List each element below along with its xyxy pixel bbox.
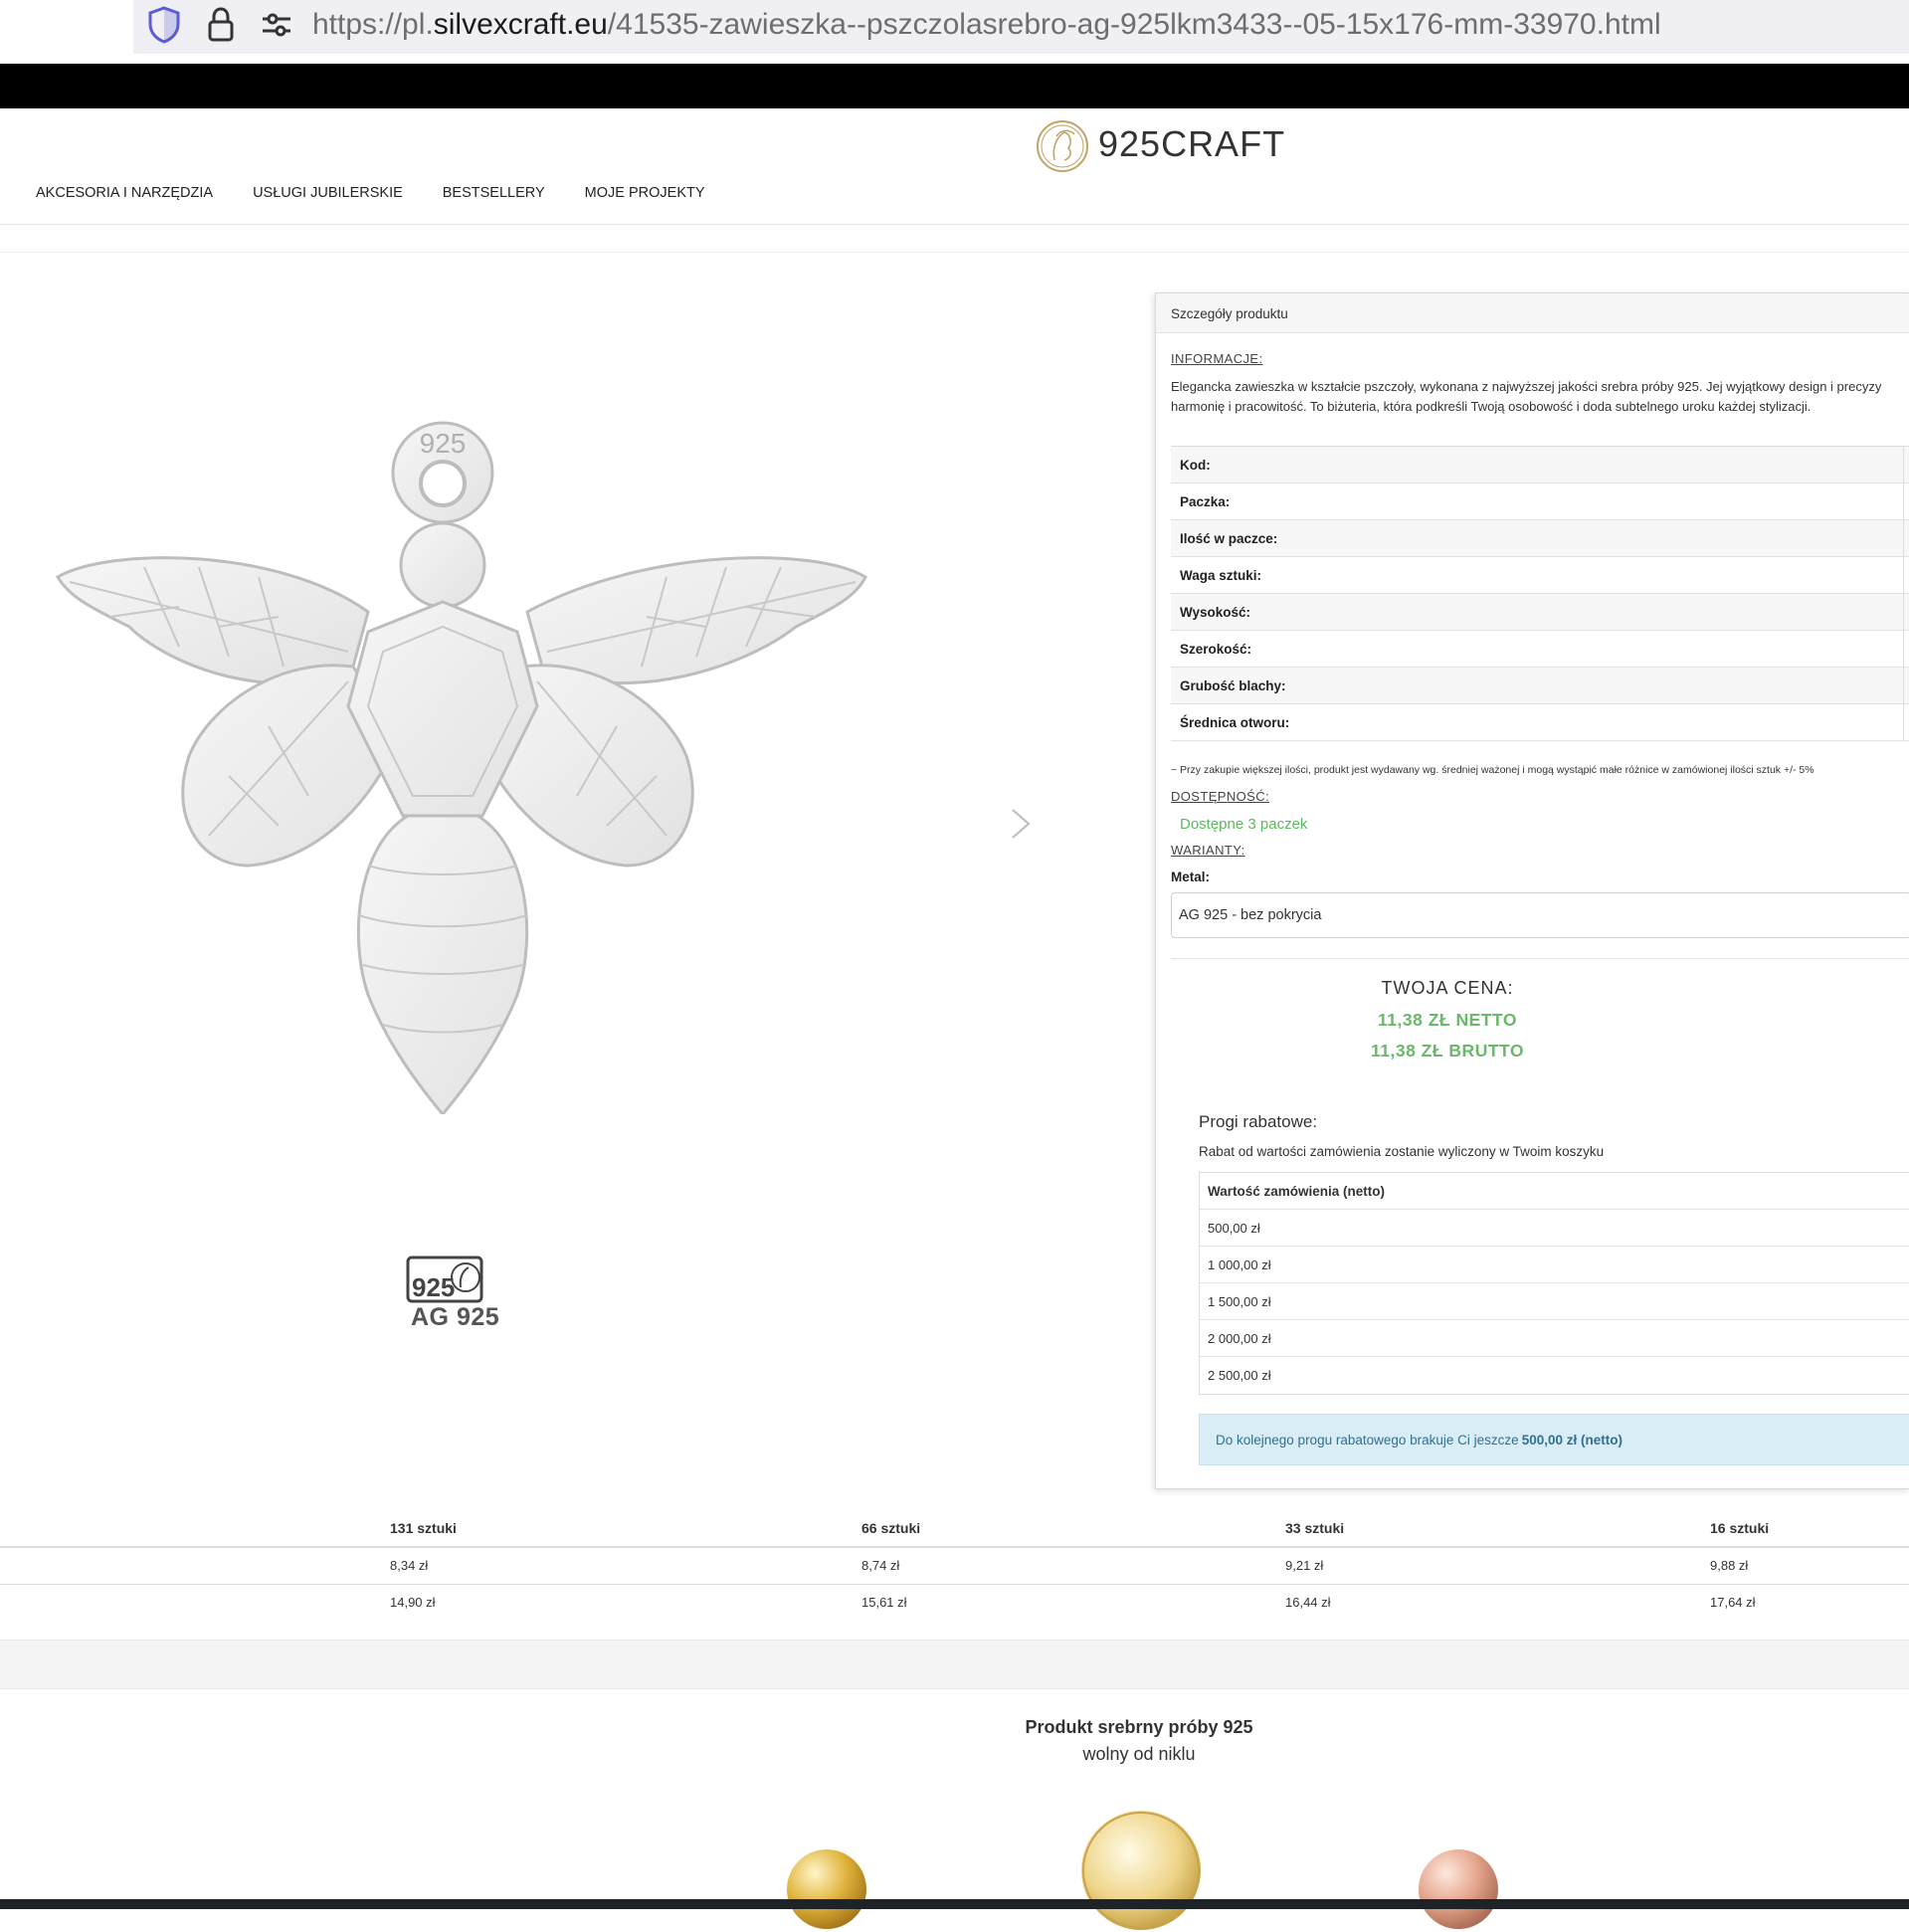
qty-header: 16 sztuki <box>1710 1520 1770 1536</box>
silver-section-title: Produkt srebrny próby 925 <box>1025 1717 1253 1737</box>
panel-title: Szczegóły produktu <box>1171 306 1288 321</box>
footer-bar <box>0 1899 1909 1909</box>
hallmark-label: AG 925 <box>411 1303 500 1331</box>
spec-row-kod: Kod: <box>1171 447 1909 483</box>
spec-row-waga: Waga sztuki: <box>1171 557 1909 594</box>
metal-select-value: AG 925 - bez pokrycia <box>1179 907 1322 923</box>
discount-promo-alert: Do kolejnego progu rabatowego brakuje Ci… <box>1199 1414 1909 1465</box>
qty-price: 9,21 zł <box>1285 1558 1324 1573</box>
discount-row: 1 500,00 zł <box>1200 1283 1909 1320</box>
product-image-bee-pendant[interactable]: 925 <box>50 418 875 1114</box>
spec-label: Grubość blachy: <box>1180 677 1286 693</box>
spec-row-srednica: Średnica otworu: <box>1171 704 1909 741</box>
url-domain: silvexcraft.eu <box>433 8 608 41</box>
discount-table: Wartość zamówienia (netto) 500,00 zł 1 0… <box>1199 1172 1909 1395</box>
qty-price: 15,61 zł <box>861 1595 907 1610</box>
spec-label: Waga sztuki: <box>1180 567 1262 583</box>
qty-price: 14,90 zł <box>390 1595 436 1610</box>
availability-status: Dostępne 3 paczek <box>1180 816 1308 833</box>
metal-label: Metal: <box>1171 869 1211 884</box>
table-row: 8,34 zł 8,74 zł 9,21 zł 9,88 zł <box>0 1548 1909 1585</box>
spec-row-wysokosc: Wysokość: <box>1171 594 1909 631</box>
discount-subtitle: Rabat od wartości zamówienia zostanie wy… <box>1199 1144 1605 1159</box>
spec-label: Ilość w paczce: <box>1180 530 1278 546</box>
url-path: /41535-zawieszka--pszczolasrebro-ag-925l… <box>607 8 1661 41</box>
nav-item-bestsellery[interactable]: BESTSELLERY <box>443 185 545 211</box>
shield-icon[interactable] <box>146 5 182 45</box>
discount-table-header: Wartość zamówienia (netto) <box>1200 1173 1909 1210</box>
description-line-1: Elegancka zawieszka w kształcie pszczoły… <box>1171 379 1882 394</box>
spec-label: Kod: <box>1180 457 1211 473</box>
price-net: 11,38 ZŁ NETTO <box>1378 1010 1517 1030</box>
url-text[interactable]: https://pl.silvexcraft.eu/41535-zawieszk… <box>312 6 1661 44</box>
promo-amount: 500,00 zł (netto) <box>1521 1432 1623 1448</box>
spec-label: Wysokość: <box>1180 604 1251 620</box>
price-label: TWOJA CENA: <box>1381 978 1514 998</box>
lock-icon[interactable] <box>204 6 238 44</box>
availability-label: DOSTĘPNOŚĆ: <box>1171 789 1270 804</box>
price-gross: 11,38 ZŁ BRUTTO <box>1370 1041 1525 1061</box>
description-line-2: harmonię i pracowitość. To biżuteria, kt… <box>1171 399 1812 414</box>
rose-gold-ball-icon <box>1419 1849 1498 1929</box>
nav-item-moje-projekty[interactable]: MOJE PROJEKTY <box>585 185 705 211</box>
spec-table: Kod: Paczka: Ilość w paczce: Waga sztuki… <box>1171 446 1909 741</box>
page-settings-icon[interactable] <box>261 10 292 40</box>
section-separator <box>0 1640 1909 1689</box>
qty-header: 131 sztuki <box>390 1520 457 1536</box>
spec-label: Paczka: <box>1180 493 1231 509</box>
logo-text[interactable]: 925CRAFT <box>1098 123 1285 165</box>
qty-header: 33 sztuki <box>1285 1520 1345 1536</box>
info-label: INFORMACJE: <box>1171 351 1263 366</box>
qty-price: 8,74 zł <box>861 1558 900 1573</box>
nav-item-akcesoria[interactable]: AKCESORIA I NARZĘDZIA <box>36 185 213 211</box>
spec-row-paczka: Paczka: <box>1171 483 1909 520</box>
nav-item-uslugi[interactable]: USŁUGI JUBILERSKIE <box>253 185 403 211</box>
qty-price: 9,88 zł <box>1710 1558 1749 1573</box>
qty-price: 16,44 zł <box>1285 1595 1331 1610</box>
price-divider <box>1171 958 1909 959</box>
qty-header: 66 sztuki <box>861 1520 921 1536</box>
main-nav: AKCESORIA I NARZĘDZIA USŁUGI JUBILERSKIE… <box>36 185 705 211</box>
discount-row: 2 500,00 zł <box>1208 1368 1271 1383</box>
quantity-note: ~ Przy zakupie większej ilości, produkt … <box>1171 764 1814 776</box>
gold-ball-icon <box>787 1849 866 1929</box>
yellow-gold-ball-icon <box>1081 1811 1201 1930</box>
discount-row: 500,00 zł <box>1200 1210 1909 1247</box>
variants-label: WARIANTY: <box>1171 843 1245 858</box>
qty-price: 17,64 zł <box>1710 1595 1756 1610</box>
promo-text: Do kolejnego progu rabatowego brakuje Ci… <box>1216 1432 1519 1448</box>
spec-row-ilosc: Ilość w paczce: <box>1171 520 1909 557</box>
chevron-right-icon[interactable] <box>1005 804 1037 844</box>
qty-price: 8,34 zł <box>390 1558 429 1573</box>
url-prefix: https://pl. <box>312 8 434 41</box>
metal-select[interactable]: AG 925 - bez pokrycia <box>1171 892 1909 938</box>
quantity-table-header: 131 sztuki 66 sztuki 33 sztuki 16 sztuki <box>0 1504 1909 1548</box>
nav-divider <box>0 224 1909 225</box>
hallmark-mark: 925 <box>412 1272 455 1302</box>
breadcrumb-divider <box>0 252 1909 253</box>
silver-section-subtitle: wolny od niklu <box>1082 1744 1196 1764</box>
table-row: 14,90 zł 15,61 zł 16,44 zł 17,64 zł <box>0 1585 1909 1622</box>
product-description: Elegancka zawieszka w kształcie pszczoły… <box>1171 377 1909 417</box>
spec-label: Średnica otworu: <box>1180 714 1290 730</box>
pendant-stamp: 925 <box>420 428 467 459</box>
spec-row-szerokosc: Szerokość: <box>1171 631 1909 668</box>
discount-row: 1 000,00 zł <box>1200 1247 1909 1283</box>
spec-row-grubosc: Grubość blachy: <box>1171 668 1909 704</box>
spec-label: Szerokość: <box>1180 641 1252 657</box>
top-black-bar <box>0 64 1909 108</box>
discount-title: Progi rabatowe: <box>1199 1112 1318 1131</box>
discount-row: 2 000,00 zł <box>1200 1320 1909 1357</box>
